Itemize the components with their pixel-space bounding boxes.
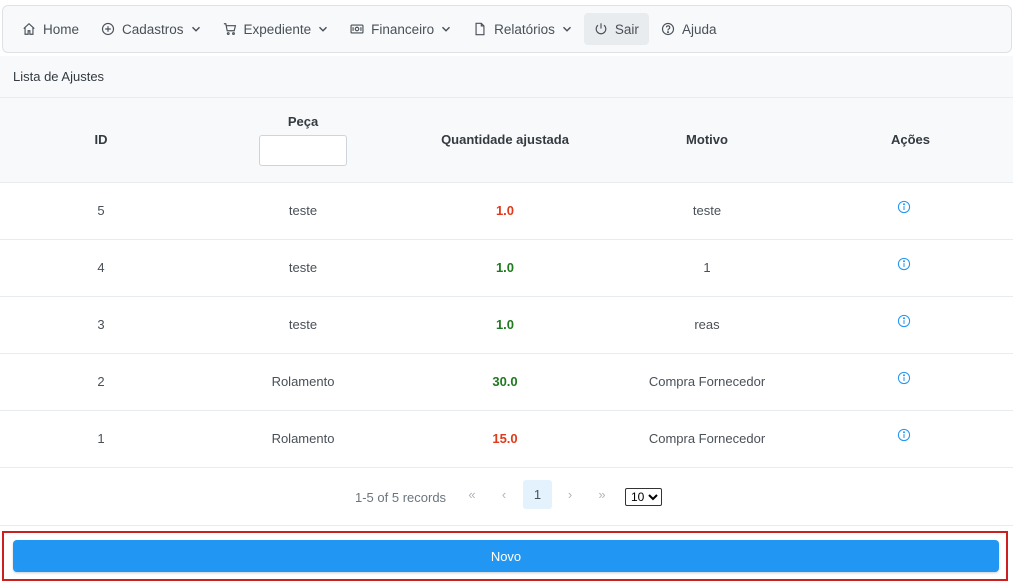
column-header-motivo[interactable]: Motivo xyxy=(606,98,808,182)
info-circle-icon[interactable] xyxy=(897,314,911,328)
menu-ajuda-label: Ajuda xyxy=(681,21,717,37)
table-row: 2 Rolamento 30.0 Compra Fornecedor xyxy=(0,353,1013,410)
info-circle-icon[interactable] xyxy=(897,257,911,271)
cell-id: 5 xyxy=(97,203,105,218)
column-header-acoes: Ações xyxy=(890,132,931,148)
next-page-button[interactable]: › xyxy=(556,480,584,508)
cell-motivo: Compra Fornecedor xyxy=(648,374,766,389)
column-header-quantidade[interactable]: Quantidade ajustada xyxy=(404,98,606,182)
menu-home-label: Home xyxy=(43,21,80,37)
table-row: 4 teste 1.0 1 xyxy=(0,239,1013,296)
column-header-peca-label: Peça xyxy=(287,113,319,129)
menu-cadastros-label: Cadastros xyxy=(122,21,184,37)
first-page-button[interactable]: « xyxy=(458,480,486,508)
cell-peca: teste xyxy=(288,317,318,332)
cell-quantidade: 1.0 xyxy=(495,317,515,332)
power-off-icon xyxy=(594,22,608,36)
panel-header: Lista de Ajustes xyxy=(0,56,1013,98)
records-report: 1-5 of 5 records xyxy=(355,490,447,505)
home-icon xyxy=(22,22,36,36)
menu-sair[interactable]: Sair xyxy=(583,13,649,45)
chevron-down-icon xyxy=(562,24,572,34)
cell-motivo: 1 xyxy=(703,260,711,275)
file-icon xyxy=(473,22,487,36)
paginator: 1-5 of 5 records « ‹ 1 › » 10 xyxy=(0,466,1013,526)
page-button-current[interactable]: 1 xyxy=(523,480,552,509)
menu-ajuda[interactable]: Ajuda xyxy=(651,13,727,45)
panel-title: Lista de Ajustes xyxy=(13,69,105,84)
cell-peca: Rolamento xyxy=(271,374,335,389)
cell-id: 3 xyxy=(97,317,105,332)
cell-id: 4 xyxy=(97,260,105,275)
shopping-cart-icon xyxy=(223,22,237,36)
menu-expediente[interactable]: Expediente xyxy=(213,13,339,45)
last-page-button[interactable]: » xyxy=(588,480,616,508)
table-row: 5 teste 1.0 teste xyxy=(0,182,1013,239)
column-header-id[interactable]: ID xyxy=(0,98,202,182)
info-circle-icon[interactable] xyxy=(897,200,911,214)
cell-acoes xyxy=(808,239,1013,296)
menu-home[interactable]: Home xyxy=(12,13,89,45)
menu-cadastros[interactable]: Cadastros xyxy=(91,13,211,45)
cell-acoes xyxy=(808,182,1013,239)
cell-quantidade: 15.0 xyxy=(492,431,518,446)
menu-relatorios[interactable]: Relatórios xyxy=(463,13,582,45)
cell-quantidade: 30.0 xyxy=(492,374,518,389)
cell-id: 1 xyxy=(97,431,105,446)
novo-button[interactable]: Novo xyxy=(13,540,999,572)
cell-motivo: Compra Fornecedor xyxy=(648,431,766,446)
money-bill-icon xyxy=(350,22,364,36)
info-circle-icon[interactable] xyxy=(897,428,911,442)
cell-acoes xyxy=(808,410,1013,467)
menu-sair-label: Sair xyxy=(614,21,639,37)
cell-peca: teste xyxy=(288,260,318,275)
cell-quantidade: 1.0 xyxy=(495,203,515,218)
chevron-down-icon xyxy=(441,24,451,34)
table-header-row: ID Peça Quantidade ajustada Motivo Ações xyxy=(0,98,1013,182)
chevron-down-icon xyxy=(318,24,328,34)
chevron-down-icon xyxy=(191,24,201,34)
cell-motivo: reas xyxy=(694,317,720,332)
menu-relatorios-label: Relatórios xyxy=(494,21,555,37)
question-circle-icon xyxy=(661,22,675,36)
plus-circle-icon xyxy=(101,22,115,36)
info-circle-icon[interactable] xyxy=(897,371,911,385)
cell-quantidade: 1.0 xyxy=(495,260,515,275)
cell-motivo: teste xyxy=(692,203,722,218)
adjustments-table: ID Peça Quantidade ajustada Motivo Ações… xyxy=(0,98,1013,468)
peca-filter-input[interactable] xyxy=(259,134,347,166)
table-row: 1 Rolamento 15.0 Compra Fornecedor xyxy=(0,410,1013,467)
cell-peca: Rolamento xyxy=(271,431,335,446)
menubar: Home Cadastros Expediente Financeiro Rel… xyxy=(2,5,1012,53)
menu-expediente-label: Expediente xyxy=(243,21,312,37)
prev-page-button[interactable]: ‹ xyxy=(490,480,518,508)
table-row: 3 teste 1.0 reas xyxy=(0,296,1013,353)
rows-per-page-select[interactable]: 10 xyxy=(625,488,662,506)
column-header-peca: Peça xyxy=(202,98,404,182)
cell-acoes xyxy=(808,296,1013,353)
cell-acoes xyxy=(808,353,1013,410)
menu-financeiro[interactable]: Financeiro xyxy=(340,13,461,45)
menu-financeiro-label: Financeiro xyxy=(371,21,435,37)
cell-peca: teste xyxy=(288,203,318,218)
cell-id: 2 xyxy=(97,374,105,389)
